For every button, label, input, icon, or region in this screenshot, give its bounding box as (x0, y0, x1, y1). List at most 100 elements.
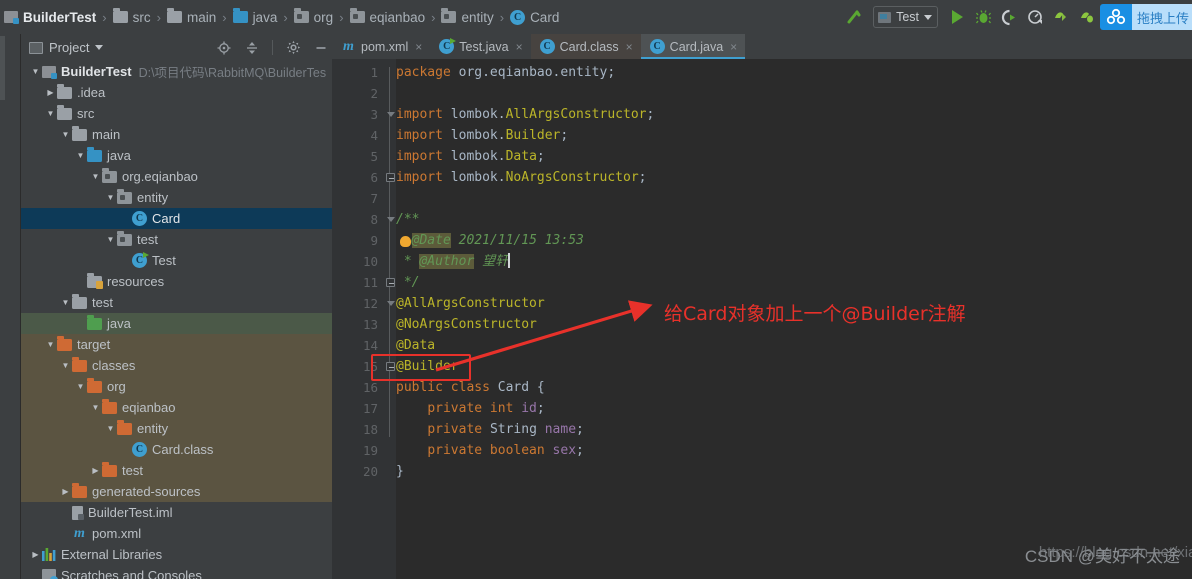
tool-window-structure[interactable]: Structure (0, 544, 5, 579)
twisty-expanded-icon[interactable]: ▼ (59, 298, 72, 307)
breadcrumb-item-label: BuilderTest (23, 9, 97, 25)
tree-item-classes[interactable]: ▼ classes (21, 355, 332, 376)
twisty-expanded-icon[interactable]: ▼ (74, 382, 87, 391)
watermark-line2: https://blog.csdn.net/xiaotan4 (1038, 544, 1192, 561)
twisty-expanded-icon[interactable]: ▼ (29, 67, 42, 76)
code-line: 1 package org.eqianbao.entity; (332, 62, 1192, 83)
tree-item-card-class[interactable]: C Card.class (21, 439, 332, 460)
tree-item-generated-sources[interactable]: ▶ generated-sources (21, 481, 332, 502)
breadcrumb-item-card[interactable]: C Card (510, 0, 559, 34)
upload-plugin-label[interactable]: 拖拽上传 (1132, 4, 1192, 30)
hammer-icon[interactable] (841, 4, 867, 30)
close-icon[interactable]: × (730, 40, 737, 54)
fold-expanded-icon[interactable] (385, 293, 396, 314)
close-icon[interactable]: × (415, 40, 422, 54)
breadcrumb-item-main[interactable]: main (166, 0, 216, 34)
tree-item-entity[interactable]: ▼ entity (21, 418, 332, 439)
breadcrumb-item-src[interactable]: src (112, 0, 151, 34)
editor-tabs[interactable]: m pom.xml × C Test.java × C Card.class × C Card.ja… (332, 34, 1192, 59)
hide-panel-icon[interactable] (310, 37, 332, 59)
settings-gear-icon[interactable] (282, 37, 304, 59)
twisty-collapsed-icon[interactable]: ▶ (44, 88, 57, 97)
code-line: 10 * @Author 望轩 (332, 251, 1192, 272)
tool-window-favorites[interactable]: 2: Favorites (0, 364, 5, 446)
code-token: @Date (411, 233, 451, 248)
tree-item-label: .idea (77, 85, 106, 100)
run-button[interactable] (944, 4, 970, 30)
twisty-expanded-icon[interactable]: ▼ (44, 109, 57, 118)
tool-window-jrebel[interactable]: JRebel (0, 454, 5, 506)
editor-tab-test-java[interactable]: C Test.java × (430, 34, 531, 59)
twisty-expanded-icon[interactable]: ▼ (59, 361, 72, 370)
twisty-expanded-icon[interactable]: ▼ (74, 151, 87, 160)
tree-item-org-eqianbao[interactable]: ▼ org.eqianbao (21, 166, 332, 187)
code-line: 5 import lombok.Data; (332, 146, 1192, 167)
tree-item-entity[interactable]: ▼ entity (21, 187, 332, 208)
tree-item-resources[interactable]: resources (21, 271, 332, 292)
fold-expanded-icon[interactable] (385, 209, 396, 230)
chevron-down-icon[interactable] (95, 45, 104, 50)
twisty-expanded-icon[interactable]: ▼ (104, 193, 117, 202)
fold-bracket-icon[interactable] (385, 272, 396, 293)
editor-tab-pom-xml[interactable]: m pom.xml × (332, 34, 431, 59)
breadcrumb-item-java[interactable]: java (232, 0, 277, 34)
twisty-collapsed-icon[interactable]: ▶ (59, 487, 72, 496)
tree-item-java[interactable]: ▼ java (21, 145, 332, 166)
breadcrumb-item-entity[interactable]: entity (441, 0, 494, 34)
fold-expanded-icon[interactable] (385, 104, 396, 125)
tree-item-src[interactable]: ▼ src (21, 103, 332, 124)
twisty-expanded-icon[interactable]: ▼ (44, 340, 57, 349)
breadcrumb-item-org[interactable]: org (293, 0, 333, 34)
run-with-coverage-button[interactable] (996, 4, 1022, 30)
debug-button[interactable] (970, 4, 996, 30)
breadcrumb-item-buildertest[interactable]: BuilderTest (4, 0, 96, 34)
tree-item-pom-xml[interactable]: m pom.xml (21, 523, 332, 544)
tool-window-project[interactable]: 1: Project (0, 36, 5, 100)
run-configuration-selector[interactable]: Test (873, 6, 938, 28)
resources-folder-icon (87, 272, 103, 289)
test-source-folder-icon (87, 314, 102, 330)
jrebel-run-button[interactable] (1048, 4, 1074, 30)
collapse-all-icon[interactable] (241, 37, 263, 59)
upload-plugin-button[interactable] (1100, 4, 1132, 30)
twisty-expanded-icon[interactable]: ▼ (104, 235, 117, 244)
tree-item-test[interactable]: ▶ test (21, 460, 332, 481)
folder-icon (72, 125, 87, 141)
close-icon[interactable]: × (516, 40, 523, 54)
twisty-collapsed-icon[interactable]: ▶ (89, 466, 102, 475)
twisty-collapsed-icon[interactable]: ▶ (29, 550, 42, 559)
tree-item-test[interactable]: ▼ test (21, 229, 332, 250)
tree-item-buildertest-iml[interactable]: BuilderTest.iml (21, 502, 332, 523)
profile-button[interactable] (1022, 4, 1048, 30)
tree-item-external-libraries[interactable]: ▶ External Libraries (21, 544, 332, 565)
tree-item-card[interactable]: C Card (21, 208, 332, 229)
intention-bulb-icon[interactable] (400, 236, 411, 247)
tree-item-test[interactable]: C Test (21, 250, 332, 271)
fold-bracket-icon[interactable] (385, 356, 396, 377)
module-icon (4, 11, 19, 24)
jrebel-debug-button[interactable] (1074, 4, 1100, 30)
breadcrumb-item-eqianbao[interactable]: eqianbao (349, 0, 425, 34)
breadcrumb[interactable]: BuilderTest › src › main › java › org › eqianbao › e… (0, 0, 559, 34)
tree-item-scratches-and-consoles[interactable]: Scratches and Consoles (21, 565, 332, 579)
twisty-expanded-icon[interactable]: ▼ (104, 424, 117, 433)
tree-item-eqianbao[interactable]: ▼ eqianbao (21, 397, 332, 418)
tree-item-java[interactable]: java (21, 313, 332, 334)
tree-item-main[interactable]: ▼ main (21, 124, 332, 145)
editor-tab-card-java[interactable]: C Card.java × (640, 34, 746, 59)
editor-tab-card-class[interactable]: C Card.class × (530, 34, 641, 59)
project-panel-title[interactable]: Project (49, 40, 89, 55)
project-tree[interactable]: ▼ BuilderTest D:\项目代码\RabbitMQ\BuilderTes ▶… (21, 61, 332, 579)
code-token: Data (505, 149, 537, 164)
tree-item-buildertest[interactable]: ▼ BuilderTest D:\项目代码\RabbitMQ\BuilderTes (21, 61, 332, 82)
tree-item--idea[interactable]: ▶ .idea (21, 82, 332, 103)
twisty-expanded-icon[interactable]: ▼ (89, 403, 102, 412)
twisty-expanded-icon[interactable]: ▼ (59, 130, 72, 139)
twisty-expanded-icon[interactable]: ▼ (89, 172, 102, 181)
tree-item-org[interactable]: ▼ org (21, 376, 332, 397)
locate-icon[interactable] (213, 37, 235, 59)
tree-item-target[interactable]: ▼ target (21, 334, 332, 355)
fold-bracket-icon[interactable] (385, 167, 396, 188)
tree-item-test[interactable]: ▼ test (21, 292, 332, 313)
close-icon[interactable]: × (626, 40, 633, 54)
